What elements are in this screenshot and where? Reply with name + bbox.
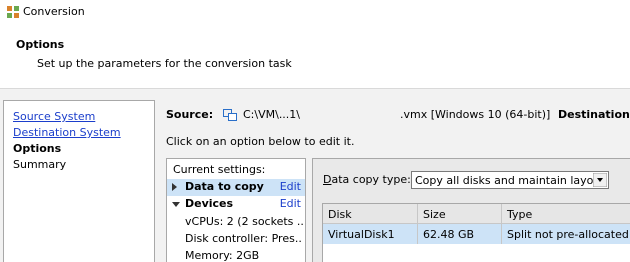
data-copy-type-label: Data copy type: [323,173,411,186]
dropdown-arrow-icon[interactable] [593,173,607,187]
setting-devices[interactable]: Devices Edit [167,196,305,213]
hint-text: Click on an option below to edit it. [166,135,355,148]
converter-app-icon [7,6,19,18]
vm-icon [223,109,237,121]
disk-name-cell: VirtualDisk1 [323,224,418,244]
current-settings-panel: Current settings: Data to copy Edit Devi… [166,158,306,262]
table-row[interactable]: VirtualDisk1 62.48 GB Split not pre-allo… [323,224,630,244]
data-copy-type-select[interactable]: Copy all disks and maintain layout [411,171,609,189]
source-vmx-info: .vmx [Windows 10 (64-bit)] [400,108,551,121]
column-header-type[interactable]: Type [502,204,630,224]
page-title: Options [16,38,65,51]
column-header-size[interactable]: Size [418,204,502,224]
device-detail-disk-controller: Disk controller: Pres... [185,232,303,245]
column-header-disk[interactable]: Disk [323,204,418,224]
source-row: Source: C:\VM\...1\ .vmx [Windows 10 (64… [166,108,630,124]
nav-item-source-system[interactable]: Source System [13,110,95,124]
page-subtitle: Set up the parameters for the conversion… [37,57,292,70]
setting-label: Data to copy [185,180,264,193]
nav-item-destination-system[interactable]: Destination System [13,126,121,140]
collapse-arrow-icon[interactable] [172,202,180,207]
nav-item-options: Options [13,142,62,155]
nav-item-summary: Summary [13,158,67,171]
disk-table: Disk Size Type VirtualDisk1 62.48 GB Spl… [322,203,630,262]
disk-type-cell: Split not pre-allocated [507,228,629,241]
source-label: Source: [166,108,214,121]
data-to-copy-detail-pane: Data copy type: Copy all disks and maint… [312,158,630,262]
expand-arrow-icon[interactable] [172,183,177,191]
device-detail-vcpus: vCPUs: 2 (2 sockets ... [185,215,303,228]
source-path: C:\VM\...1\ [243,108,301,121]
title-bar: Conversion [0,0,630,24]
options-content: Source: C:\VM\...1\ .vmx [Windows 10 (64… [160,100,630,262]
wizard-nav: Source System Destination System Options… [3,100,155,262]
destination-label: Destination: [558,108,630,121]
device-detail-memory: Memory: 2GB [185,249,260,262]
edit-data-to-copy-link[interactable]: Edit [280,180,301,193]
disk-size-cell: 62.48 GB [418,224,502,244]
setting-data-to-copy[interactable]: Data to copy Edit [167,179,305,196]
setting-label: Devices [185,197,234,210]
window-title: Conversion [23,5,85,18]
edit-devices-link[interactable]: Edit [280,197,301,210]
settings-header: Current settings: [173,163,266,176]
data-copy-type-value: Copy all disks and maintain layout [415,174,605,187]
